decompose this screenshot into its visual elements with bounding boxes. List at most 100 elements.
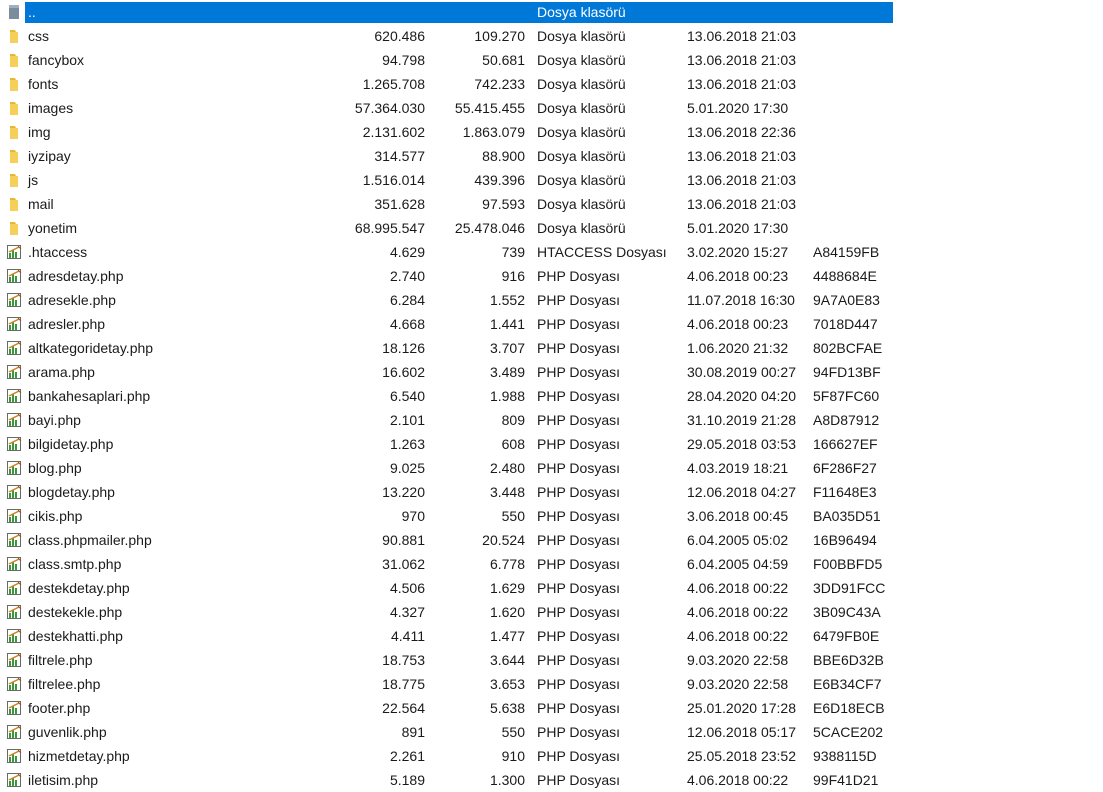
item-name: destekhatti.php [28,628,123,644]
item-size: 9.025 [389,460,425,476]
item-name: js [28,172,39,188]
item-packed-size: 3.489 [489,364,525,380]
item-crc: BA035D51 [813,508,881,524]
file-list: .. Dosya klasörü css 620.486 109.270 Dosya … [0,0,1103,792]
item-name: class.phpmailer.php [28,532,152,548]
file-row[interactable]: .htaccess 4.629 739 HTACCESS Dosyası 3.02.20… [0,240,1103,264]
file-row[interactable]: class.smtp.php 31.062 6.778 PHP Dosyası 6.04… [0,552,1103,576]
item-crc: F00BBFD5 [813,556,883,572]
selection-highlight [25,2,893,23]
item-packed-size: 439.396 [474,172,525,188]
parent-folder-icon [9,5,19,19]
folder-row[interactable]: yonetim 68.995.547 25.478.046 Dosya klasörü… [0,216,1103,240]
file-row[interactable]: bilgidetay.php 1.263 608 PHP Dosyası 29.05.2… [0,432,1103,456]
file-row[interactable]: footer.php 22.564 5.638 PHP Dosyası 25.01.20… [0,696,1103,720]
file-row[interactable]: destekdetay.php 4.506 1.629 PHP Dosyası 4.06… [0,576,1103,600]
folder-row[interactable]: fonts 1.265.708 742.233 Dosya klasörü 13.06.… [0,72,1103,96]
item-type: PHP Dosyası [537,604,620,620]
item-crc: E6D18ECB [813,700,885,716]
item-crc: 802BCFAE [813,340,883,356]
file-row[interactable]: bayi.php 2.101 809 PHP Dosyası 31.10.2019 21… [0,408,1103,432]
item-name: filtrelee.php [28,676,101,692]
item-name: yonetim [28,220,78,236]
php-file-icon [7,245,22,259]
file-row[interactable]: iletisim.php 5.189 1.300 PHP Dosyası 4.06.20… [0,768,1103,792]
folder-icon [10,102,18,115]
item-modified: 4.06.2018 00:22 [687,580,789,596]
item-type: PHP Dosyası [537,724,620,740]
item-crc: F11648E3 [813,484,877,500]
parent-folder-row[interactable]: .. Dosya klasörü [0,0,1103,24]
item-packed-size: 20.524 [482,532,525,548]
item-packed-size: 550 [501,508,525,524]
file-row[interactable]: altkategoridetay.php 18.126 3.707 PHP Dosya… [0,336,1103,360]
php-file-icon [7,341,22,355]
item-type: Dosya klasörü [537,28,626,44]
item-type: Dosya klasörü [537,100,626,116]
item-modified: 28.04.2020 04:20 [687,388,796,404]
file-row[interactable]: destekhatti.php 4.411 1.477 PHP Dosyası 4.06… [0,624,1103,648]
item-modified: 12.06.2018 05:17 [687,724,796,740]
folder-row[interactable]: js 1.516.014 439.396 Dosya klasörü 13.06.201… [0,168,1103,192]
rows-container: css 620.486 109.270 Dosya klasörü 13.06.2018… [0,24,1103,792]
item-type: PHP Dosyası [537,652,620,668]
file-row[interactable]: hizmetdetay.php 2.261 910 PHP Dosyası 25.05.… [0,744,1103,768]
item-modified: 4.06.2018 00:22 [687,628,789,644]
item-name: destekekle.php [28,604,123,620]
file-row[interactable]: arama.php 16.602 3.489 PHP Dosyası 30.08.201… [0,360,1103,384]
item-name: bankahesaplari.php [28,388,151,404]
file-row[interactable]: class.phpmailer.php 90.881 20.524 PHP Dosya… [0,528,1103,552]
item-modified: 13.06.2018 21:03 [687,76,796,92]
folder-row[interactable]: mail 351.628 97.593 Dosya klasörü 13.06.2018… [0,192,1103,216]
item-crc: 5CACE202 [813,724,884,740]
folder-row[interactable]: images 57.364.030 55.415.455 Dosya klasörü 5… [0,96,1103,120]
item-name: filtrele.php [28,652,93,668]
item-packed-size: 742.233 [474,76,525,92]
folder-row[interactable]: iyzipay 314.577 88.900 Dosya klasörü 13.06.2… [0,144,1103,168]
item-crc: 6479FB0E [813,628,880,644]
item-size: 891 [401,724,425,740]
file-row[interactable]: bankahesaplari.php 6.540 1.988 PHP Dosyası 2… [0,384,1103,408]
item-name: hizmetdetay.php [28,748,130,764]
php-file-icon [7,533,22,547]
file-row[interactable]: blog.php 9.025 2.480 PHP Dosyası 4.03.2019 1… [0,456,1103,480]
file-row[interactable]: filtrelee.php 18.775 3.653 PHP Dosyası 9.03.… [0,672,1103,696]
item-type: PHP Dosyası [537,748,620,764]
file-row[interactable]: filtrele.php 18.753 3.644 PHP Dosyası 9.03.2… [0,648,1103,672]
item-name: blogdetay.php [28,484,115,500]
item-type: HTACCESS Dosyası [537,244,667,260]
file-row[interactable]: guvenlik.php 891 550 PHP Dosyası 12.06.2018 … [0,720,1103,744]
item-modified: 13.06.2018 21:03 [687,28,796,44]
file-row[interactable]: adresler.php 4.668 1.441 PHP Dosyası 4.06.20… [0,312,1103,336]
item-size: 4.327 [389,604,425,620]
item-modified: 1.06.2020 21:32 [687,340,789,356]
folder-icon [10,30,18,43]
folder-row[interactable]: css 620.486 109.270 Dosya klasörü 13.06.2018… [0,24,1103,48]
folder-icon [10,78,18,91]
file-row[interactable]: destekekle.php 4.327 1.620 PHP Dosyası 4.06.… [0,600,1103,624]
item-type: PHP Dosyası [537,772,620,788]
file-row[interactable]: blogdetay.php 13.220 3.448 PHP Dosyası 12.06… [0,480,1103,504]
php-file-icon [7,677,22,691]
folder-row[interactable]: img 2.131.602 1.863.079 Dosya klasörü 13.06.… [0,120,1103,144]
item-crc: 9388115D [813,748,877,764]
file-row[interactable]: cikis.php 970 550 PHP Dosyası 3.06.2018 00:4… [0,504,1103,528]
item-size: 18.775 [382,676,425,692]
item-packed-size: 25.478.046 [454,220,525,236]
item-type: Dosya klasörü [537,172,626,188]
item-crc: A8D87912 [813,412,880,428]
item-modified: 5.01.2020 17:30 [687,100,789,116]
item-type: PHP Dosyası [537,364,620,380]
file-row[interactable]: adresdetay.php 2.740 916 PHP Dosyası 4.06.20… [0,264,1103,288]
item-crc: 7018D447 [813,316,878,332]
item-packed-size: 1.988 [489,388,525,404]
php-file-icon [7,629,22,643]
item-packed-size: 2.480 [489,460,525,476]
item-size: 4.411 [391,628,425,644]
folder-icon [10,54,18,67]
file-row[interactable]: adresekle.php 6.284 1.552 PHP Dosyası 11.07.… [0,288,1103,312]
item-crc: 94FD13BF [813,364,881,380]
folder-row[interactable]: fancybox 94.798 50.681 Dosya klasörü 13.06.2… [0,48,1103,72]
php-file-icon [7,485,22,499]
item-packed-size: 608 [501,436,525,452]
